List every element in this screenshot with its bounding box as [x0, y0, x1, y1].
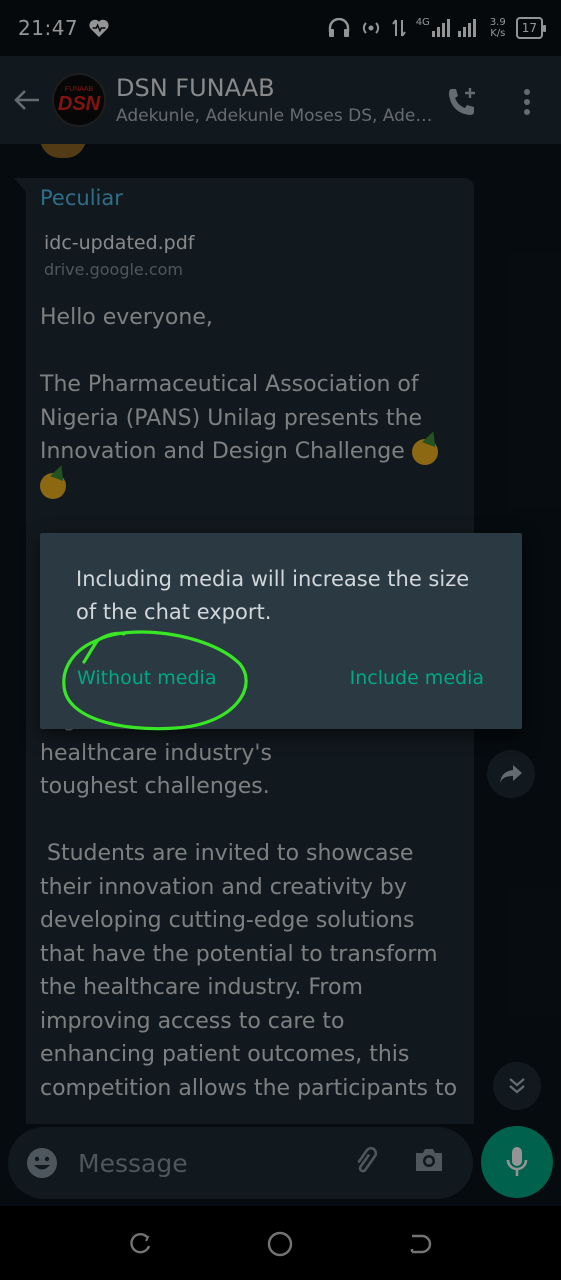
export-chat-dialog: Including media will increase the size o… — [40, 533, 522, 729]
without-media-button[interactable]: Without media — [77, 667, 216, 689]
dialog-message: Including media will increase the size o… — [76, 567, 470, 624]
include-media-button[interactable]: Include media — [350, 667, 484, 689]
